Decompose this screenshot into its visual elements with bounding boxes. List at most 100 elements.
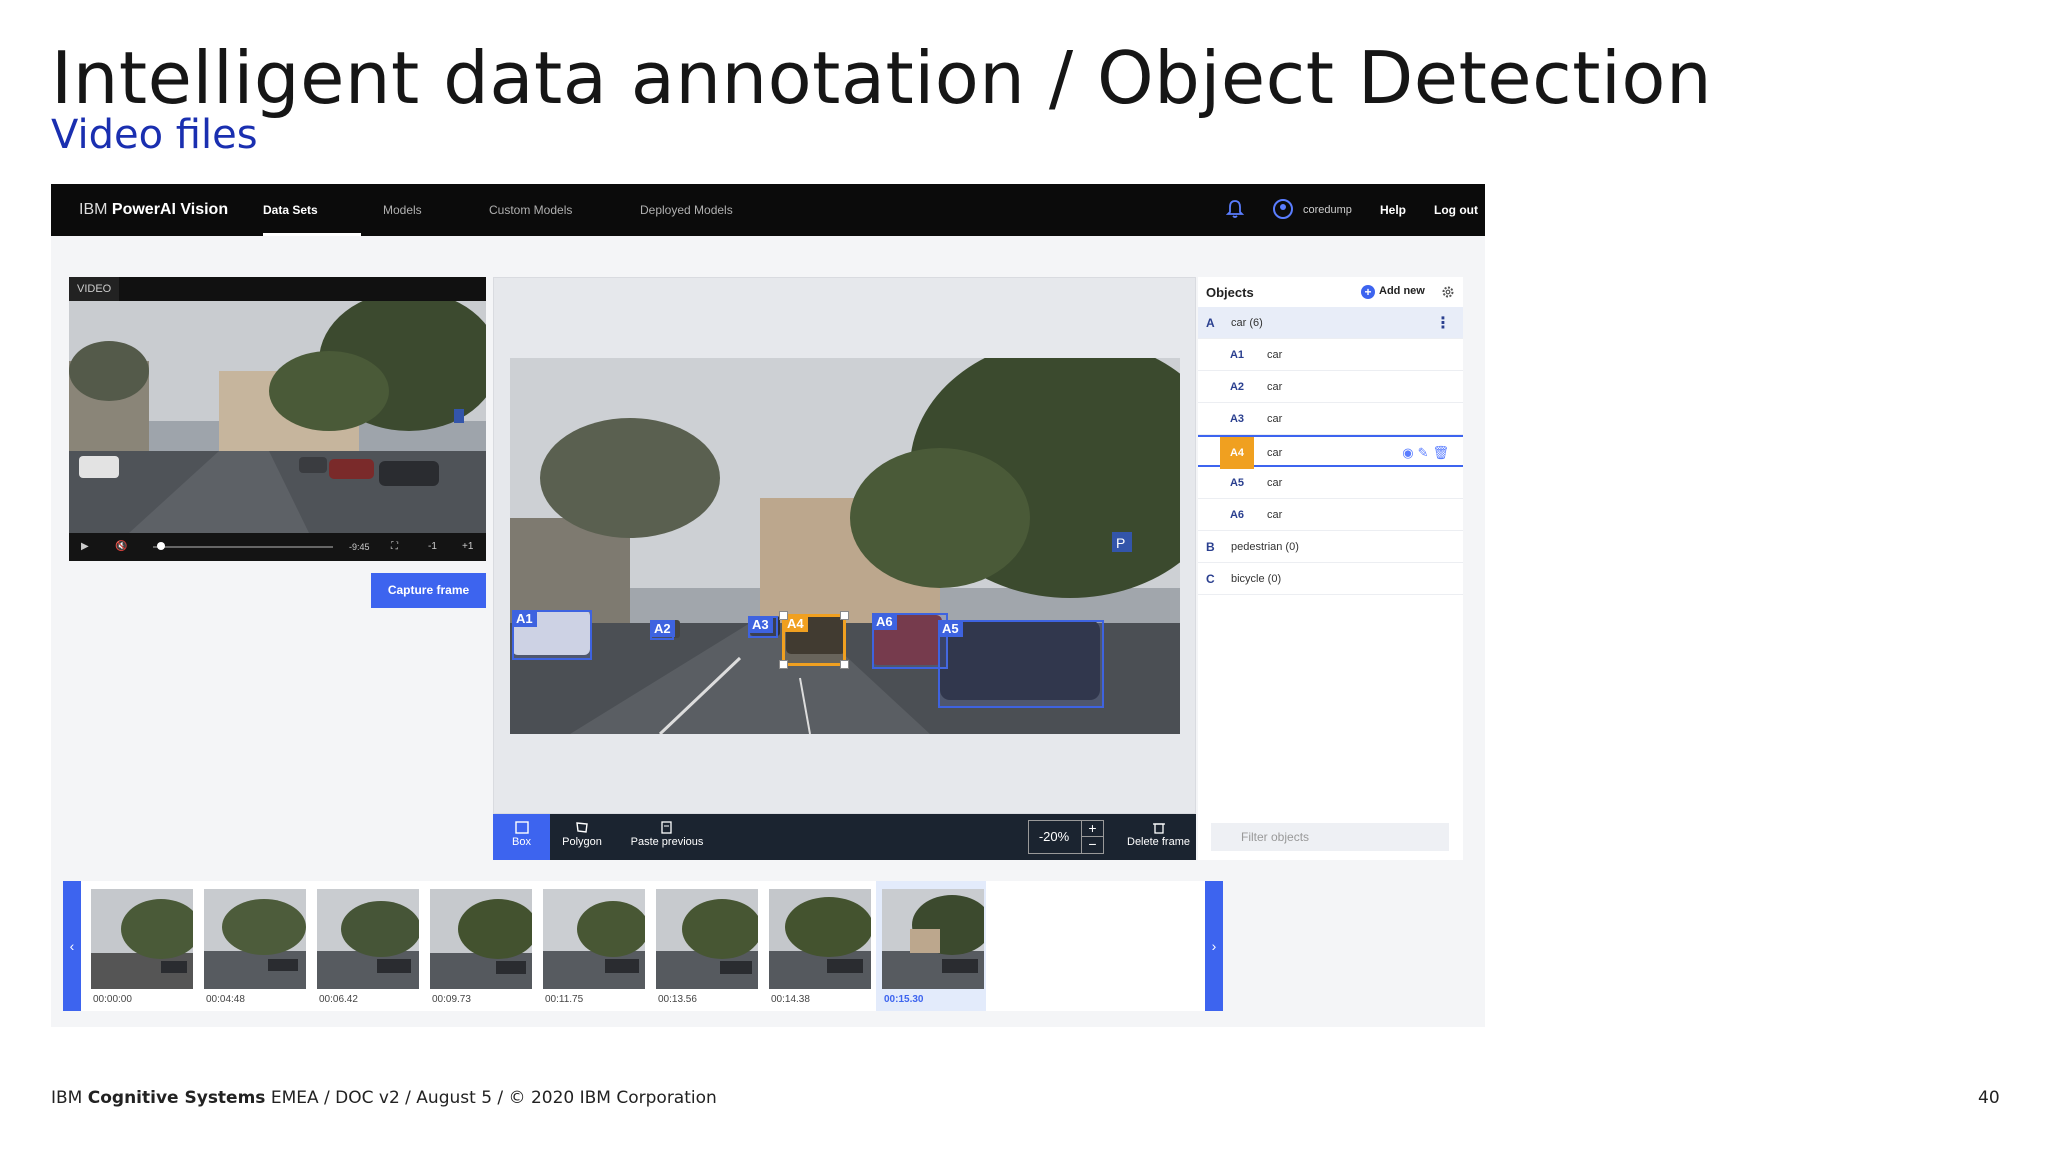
- trash-icon[interactable]: 🗑: [1432, 445, 1453, 460]
- group-name: pedestrian (0): [1231, 541, 1299, 553]
- page-number: 40: [1978, 1088, 2000, 1108]
- logout-link[interactable]: Log out: [1434, 184, 1478, 236]
- object-name: car: [1267, 509, 1283, 521]
- gear-icon[interactable]: [1441, 285, 1455, 299]
- box-tool-label: Box: [512, 836, 531, 848]
- bbox-a5[interactable]: A5: [938, 620, 1104, 708]
- frame-thumbnail[interactable]: 00:13.56: [650, 881, 760, 1011]
- slide-subtitle: Video files: [51, 112, 258, 158]
- object-item-a4[interactable]: A4 car ◉✎🗑: [1198, 435, 1463, 469]
- object-group-bicycle[interactable]: C bicycle (0): [1198, 563, 1463, 595]
- object-item-a3[interactable]: A3 car: [1198, 403, 1463, 435]
- paste-previous-tool[interactable]: Paste previous: [622, 814, 712, 860]
- username[interactable]: coredump: [1303, 184, 1352, 236]
- bbox-a6[interactable]: A6: [872, 613, 948, 669]
- edit-icon[interactable]: ✎: [1418, 445, 1433, 460]
- tab-models[interactable]: Models: [383, 184, 422, 236]
- object-name: car: [1267, 477, 1283, 489]
- bbox-label: A6: [872, 613, 897, 630]
- filter-objects-input[interactable]: Filter objects: [1211, 823, 1449, 851]
- frame-time: 00:09.73: [432, 994, 471, 1005]
- add-new-button[interactable]: + Add new: [1361, 285, 1425, 299]
- bbox-a4[interactable]: A4: [779, 611, 849, 669]
- bell-icon[interactable]: [1224, 198, 1246, 220]
- frame-time: 00:04:48: [206, 994, 245, 1005]
- objects-panel: Objects + Add new A car (6) ⋮ A1 car A2 c…: [1198, 277, 1463, 860]
- progress-bar[interactable]: [153, 542, 333, 550]
- object-group-car[interactable]: A car (6) ⋮: [1198, 307, 1463, 339]
- frame-thumbnail-image: [543, 889, 645, 989]
- frame-time: 00:06.42: [319, 994, 358, 1005]
- step-forward-button[interactable]: +1: [462, 533, 473, 561]
- fullscreen-icon[interactable]: ⛶: [391, 533, 398, 561]
- resize-handle[interactable]: [779, 660, 788, 669]
- object-code: A4: [1220, 437, 1254, 469]
- street-scene-image: [69, 301, 486, 533]
- frame-thumbnail-image: [430, 889, 532, 989]
- play-icon[interactable]: ▶: [81, 533, 89, 561]
- overflow-menu-icon[interactable]: ⋮: [1435, 313, 1451, 333]
- object-group-pedestrian[interactable]: B pedestrian (0): [1198, 531, 1463, 563]
- frame-time: 00:14.38: [771, 994, 810, 1005]
- video-player: VIDEO ▶ 🔇 -9:45 ⛶ -1 +1: [69, 277, 486, 561]
- object-code: A6: [1229, 509, 1245, 521]
- app-window: IBM PowerAI Vision Data Sets Models Cust…: [51, 184, 1485, 1027]
- frame-thumbnail-image: [91, 889, 193, 989]
- sub-toolbar: [51, 236, 1485, 256]
- frame-time: 00:11.75: [545, 994, 584, 1005]
- tab-data-sets[interactable]: Data Sets: [263, 184, 361, 236]
- polygon-tool-label: Polygon: [562, 836, 602, 848]
- delete-frame-tool[interactable]: Delete frame: [1121, 814, 1196, 860]
- zoom-level[interactable]: -20%: [1029, 821, 1079, 853]
- annotation-toolbar: Box Polygon Paste previous -20% + − Dele…: [493, 814, 1196, 860]
- bbox-label: A1: [512, 610, 537, 627]
- object-item-a5[interactable]: A5 car: [1198, 467, 1463, 499]
- eye-icon[interactable]: ◉: [1402, 445, 1417, 460]
- bbox-a2[interactable]: A2: [650, 620, 675, 640]
- resize-handle[interactable]: [840, 611, 849, 620]
- filmstrip-prev-button[interactable]: ‹: [63, 881, 81, 1011]
- step-back-button[interactable]: -1: [428, 533, 437, 561]
- object-name: car: [1267, 413, 1283, 425]
- frame-thumbnail[interactable]: 00:09.73: [424, 881, 534, 1011]
- mute-icon[interactable]: 🔇: [115, 533, 127, 561]
- tab-custom-models[interactable]: Custom Models: [489, 184, 572, 236]
- object-item-a2[interactable]: A2 car: [1198, 371, 1463, 403]
- frame-thumbnail[interactable]: 00:06.42: [311, 881, 421, 1011]
- object-item-a1[interactable]: A1 car: [1198, 339, 1463, 371]
- tab-deployed-models[interactable]: Deployed Models: [640, 184, 733, 236]
- filmstrip-next-button[interactable]: ›: [1205, 881, 1223, 1011]
- frame-thumbnail[interactable]: 00:04:48: [198, 881, 308, 1011]
- box-tool[interactable]: Box: [493, 814, 550, 860]
- progress-knob[interactable]: [156, 542, 165, 550]
- resize-handle[interactable]: [840, 660, 849, 669]
- frame-thumbnail[interactable]: 00:14.38: [763, 881, 873, 1011]
- video-tag: VIDEO: [69, 277, 120, 301]
- group-name: bicycle (0): [1231, 573, 1282, 585]
- polygon-tool[interactable]: Polygon: [550, 814, 614, 860]
- group-letter: A: [1206, 316, 1215, 330]
- help-link[interactable]: Help: [1380, 184, 1406, 236]
- annotation-canvas[interactable]: P A1 A2 A3 A4 A6 A5: [493, 277, 1196, 814]
- time-remaining: -9:45: [349, 542, 370, 552]
- user-avatar-icon[interactable]: [1273, 199, 1293, 219]
- frame-image[interactable]: P A1 A2 A3 A4 A6 A5: [510, 358, 1180, 734]
- frame-thumbnail[interactable]: 00:00:00: [85, 881, 195, 1011]
- zoom-in-button[interactable]: +: [1081, 821, 1103, 837]
- object-item-a6[interactable]: A6 car: [1198, 499, 1463, 531]
- zoom-out-button[interactable]: −: [1081, 837, 1103, 853]
- object-name: car: [1267, 349, 1283, 361]
- brand-name: PowerAI Vision: [111, 201, 229, 218]
- video-frame[interactable]: [69, 301, 486, 533]
- bbox-a1[interactable]: A1: [512, 610, 592, 660]
- footer-rest: EMEA / DOC v2 / August 5 / © 2020 IBM Co…: [270, 1088, 717, 1108]
- frame-thumbnail[interactable]: 00:11.75: [537, 881, 647, 1011]
- capture-frame-button[interactable]: Capture frame: [371, 573, 486, 608]
- brand-prefix: IBM: [79, 201, 108, 218]
- app-brand[interactable]: IBM PowerAI Vision: [79, 184, 228, 236]
- bbox-a3[interactable]: A3: [748, 616, 778, 638]
- object-code: A2: [1229, 381, 1245, 393]
- resize-handle[interactable]: [779, 611, 788, 620]
- frame-thumbnail-current[interactable]: 00:15.30: [876, 881, 986, 1011]
- frame-thumbnail-image: [882, 889, 984, 989]
